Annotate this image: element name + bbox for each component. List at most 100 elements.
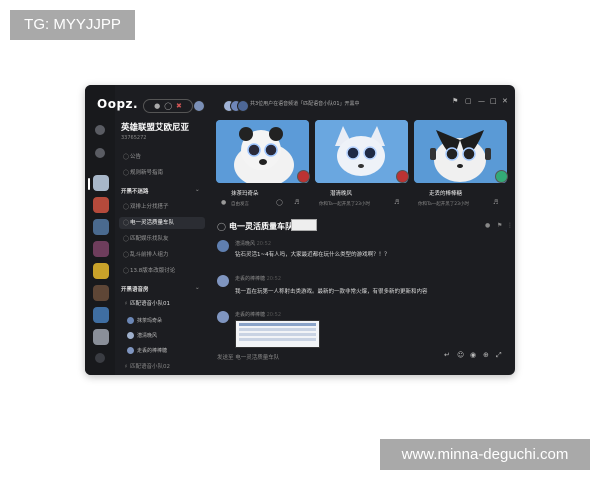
avatar xyxy=(127,332,134,339)
minimize-icon[interactable]: — xyxy=(478,97,485,105)
server-rail xyxy=(85,85,115,375)
mic-icon[interactable]: ● xyxy=(154,102,160,110)
screenshot-attachment[interactable] xyxy=(235,320,320,348)
avatar xyxy=(127,347,134,354)
server-icon-8[interactable] xyxy=(93,329,109,345)
members-icon[interactable]: ● xyxy=(485,222,490,229)
chat-channel-title: ◯ 电一灵活质量车队 xyxy=(217,222,293,231)
chevron-down-icon: ⌄ xyxy=(195,285,200,291)
voice-card-3[interactable] xyxy=(414,120,507,183)
card-name: 潜清晚风 xyxy=(330,191,353,197)
enter-icon[interactable]: ↵ xyxy=(444,351,450,359)
expand-icon[interactable]: ⤢ xyxy=(496,351,502,360)
emoji-icon[interactable]: ☺ xyxy=(457,351,464,359)
watermark-bottom: www.minna-deguchi.com xyxy=(380,439,590,470)
volume-icon[interactable]: ♬ xyxy=(493,199,498,206)
restore-icon[interactable]: □ xyxy=(490,97,497,105)
selected-indicator xyxy=(88,178,90,190)
channel-icon: ◯ xyxy=(122,204,130,210)
category-voice[interactable]: 开黑语音房 ⌄ xyxy=(121,285,200,293)
chat-icon[interactable] xyxy=(95,148,105,158)
channel-announcement[interactable]: ◯公告 xyxy=(119,151,205,163)
category-team[interactable]: 开黑不迷路 ⌄ xyxy=(121,187,200,195)
channel-icon: ◯ xyxy=(122,220,130,226)
add-icon[interactable]: ⊕ xyxy=(483,351,489,359)
card-status: 自由发言 xyxy=(231,202,249,207)
play-icon[interactable] xyxy=(95,125,105,135)
channel-item[interactable]: ◯匹配娱乐找队友 xyxy=(119,233,205,245)
close-icon[interactable]: ✕ xyxy=(502,97,508,105)
channel-icon: ◯ xyxy=(122,236,130,242)
headphone-icon[interactable]: ◯ xyxy=(276,199,283,206)
message-author: 走丢的棒棒糖 20:52 xyxy=(235,312,282,318)
pin-icon[interactable]: ⚑ xyxy=(452,97,458,105)
voice-channel[interactable]: ♯ 匹配语音小队02 xyxy=(119,361,205,373)
mute-icon[interactable]: ✖ xyxy=(176,102,182,110)
message-author: 潜清晚风 20:52 xyxy=(235,241,272,247)
voice-control-bar[interactable]: ● ◯ ✖ xyxy=(143,99,193,113)
mic-icon[interactable]: ● xyxy=(221,199,226,206)
avatar[interactable] xyxy=(217,240,229,252)
card-name: 抹茶玛奇朵 xyxy=(231,191,259,197)
channel-item[interactable]: ◯乱斗前排人组力 xyxy=(119,249,205,261)
channel-item-active[interactable]: ◯电一灵活质量车队 xyxy=(119,217,205,229)
server-id: 33765272 xyxy=(121,135,147,141)
volume-icon[interactable]: ♬ xyxy=(394,199,399,206)
avatar xyxy=(127,317,134,324)
voice-notice[interactable]: 共3位用户在语音频道「匹配语音小队01」开黑中 xyxy=(250,100,360,107)
channel-item[interactable]: ◯13.8版本改版讨论 xyxy=(119,265,205,277)
channel-icon: ◯ xyxy=(122,154,130,160)
avatar[interactable] xyxy=(217,275,229,287)
panda-avatar-image xyxy=(216,120,309,183)
voice-card-1[interactable] xyxy=(216,120,309,183)
speaker-icon: ♯ xyxy=(124,301,128,307)
voice-member[interactable]: 抹茶玛奇朵 xyxy=(127,317,162,324)
record-icon[interactable]: ◉ xyxy=(470,351,476,359)
card-status: 你和Ta一起开黑了23小时 xyxy=(418,202,469,207)
server-icon-6[interactable] xyxy=(93,285,109,301)
message-author: 走丢的棒棒糖 20:52 xyxy=(235,276,282,282)
channel-item[interactable]: ◯双排上分找搭子 xyxy=(119,201,205,213)
channel-panel: 英雄联盟艾欧尼亚 33765272 ◯公告 ◯规则新号指南 开黑不迷路 ⌄ ◯双排… xyxy=(115,115,207,375)
app-logo: Oopz. xyxy=(97,97,139,111)
app-window: Oopz. ● ◯ ✖ 共3位用户在语音频道「匹配语音小队01」开黑中 ⚑ ▢ — … xyxy=(85,85,515,375)
channel-icon: ◯ xyxy=(122,268,130,274)
chevron-down-icon: ⌄ xyxy=(195,187,200,193)
speaker-icon: ♯ xyxy=(124,364,128,370)
watermark-top: TG: MYYJJPP xyxy=(10,10,135,40)
server-icon-5[interactable] xyxy=(93,263,109,279)
notice-avatar-3 xyxy=(237,100,249,112)
avatar[interactable] xyxy=(217,311,229,323)
server-icon-lol[interactable] xyxy=(93,175,109,191)
message-text: 我一直在玩第一人称射击类游戏。最新的一款非常火爆，有很多新的更新和内容 xyxy=(235,289,428,295)
channel-icon: ◯ xyxy=(122,170,130,176)
voice-channel[interactable]: ♯ 匹配语音小队01 xyxy=(119,298,205,310)
card-name: 走丢的棒棒糖 xyxy=(429,191,463,197)
add-server-icon[interactable] xyxy=(95,353,105,363)
voice-member[interactable]: 潜清晚风 xyxy=(127,332,157,339)
server-title[interactable]: 英雄联盟艾欧尼亚 xyxy=(121,121,189,133)
wolf-avatar-image xyxy=(315,120,408,183)
channel-rules[interactable]: ◯规则新号指南 xyxy=(119,167,205,179)
pin-icon[interactable]: ⚑ xyxy=(497,222,502,229)
channel-icon: ◯ xyxy=(122,252,130,258)
square-icon[interactable]: ▢ xyxy=(465,97,472,105)
user-avatar[interactable] xyxy=(193,100,205,112)
dog-avatar-image xyxy=(414,120,507,183)
more-icon[interactable]: ⋮ xyxy=(507,222,513,229)
server-icon-4[interactable] xyxy=(93,241,109,257)
channel-icon: ◯ xyxy=(217,222,226,231)
message-input[interactable]: 发送至 电一灵活质量车队 xyxy=(217,353,279,361)
volume-icon[interactable]: ♬ xyxy=(294,199,299,206)
voice-card-2[interactable] xyxy=(315,120,408,183)
card-status: 你和Ta一起开黑了23小时 xyxy=(319,202,370,207)
voice-member[interactable]: 走丢的棒棒糖 xyxy=(127,347,167,354)
main-area: 抹茶玛奇朵 潜清晚风 走丢的棒棒糖 ● 自由发言 ◯ ♬ 你和Ta一起开黑了23… xyxy=(209,115,515,375)
card-avatar-badge xyxy=(396,170,409,183)
card-avatar-badge xyxy=(297,170,310,183)
headphone-icon[interactable]: ◯ xyxy=(164,102,172,110)
server-icon-2[interactable] xyxy=(93,197,109,213)
server-icon-3[interactable] xyxy=(93,219,109,235)
server-icon-7[interactable] xyxy=(93,307,109,323)
card-avatar-badge xyxy=(495,170,508,183)
